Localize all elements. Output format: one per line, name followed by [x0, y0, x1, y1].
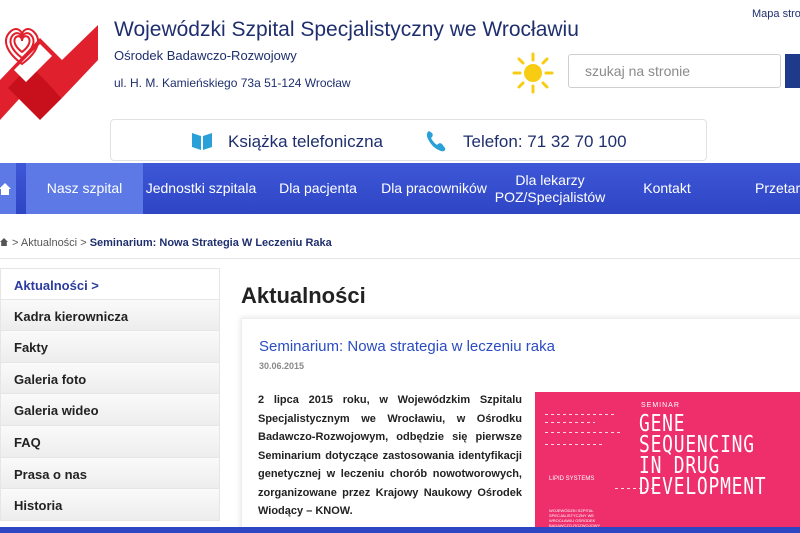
poster-headline: GENE SEQUENCING IN DRUG DEVELOPMENT — [639, 411, 767, 500]
bottom-strip — [0, 527, 800, 533]
contact-bar: Książka telefoniczna Telefon: 71 32 70 1… — [110, 119, 707, 161]
nav-item-jednostki-szpitala[interactable]: Jednostki szpitala — [143, 163, 259, 214]
divider — [0, 258, 800, 259]
sidebar-item-prasa-o-nas[interactable]: Prasa o nas — [0, 457, 220, 490]
article-date: 30.06.2015 — [259, 361, 305, 371]
main-nav: Nasz szpital Jednostki szpitala Dla pacj… — [0, 163, 800, 214]
sidebar-item-galeria-foto[interactable]: Galeria foto — [0, 362, 220, 395]
site-subtitle: Ośrodek Badawczo-Rozwojowy — [114, 48, 297, 63]
book-icon[interactable] — [191, 131, 213, 151]
nav-item-przetargi[interactable]: Przetargi — [744, 163, 800, 214]
breadcrumb: > Aktualności > Seminarium: Nowa Strateg… — [0, 237, 332, 249]
nav-item-dla-lekarzy[interactable]: Dla lekarzy POZ/Specjalistów — [492, 163, 608, 214]
phonebook-link[interactable]: Książka telefoniczna — [228, 132, 383, 152]
nav-item-nasz-szpital[interactable]: Nasz szpital — [26, 163, 143, 214]
search-input[interactable] — [568, 54, 781, 88]
nav-item-dla-pacjenta[interactable]: Dla pacjenta — [268, 163, 368, 214]
sidebar-item-fakty[interactable]: Fakty — [0, 331, 220, 363]
breadcrumb-current: Seminarium: Nowa Strategia W Leczeniu Ra… — [89, 237, 332, 249]
phone-number[interactable]: Telefon: 71 32 70 100 — [463, 132, 627, 152]
sitemap-link[interactable]: Mapa strony — [752, 8, 800, 20]
article-image[interactable]: SEMINAR GENE SEQUENCING IN DRUG DEVELOPM… — [535, 392, 800, 532]
nav-item-dla-pracownikow[interactable]: Dla pracowników — [376, 163, 492, 214]
poster-tag: SEMINAR — [641, 402, 680, 409]
sidebar: Aktualności > Kadra kierownicza Fakty Ga… — [0, 268, 220, 521]
article-body: 2 lipca 2015 roku, w Wojewódzkim Szpital… — [258, 394, 522, 517]
nav-home-icon[interactable] — [0, 163, 16, 214]
sidebar-item-historia[interactable]: Historia — [0, 489, 220, 521]
breadcrumb-home-icon[interactable] — [0, 238, 8, 246]
poster-brand: LIPID SYSTEMS — [549, 476, 595, 482]
news-article: Seminarium: Nowa strategia w leczeniu ra… — [241, 318, 800, 533]
sidebar-item-kadra-kierownicza[interactable]: Kadra kierownicza — [0, 299, 220, 332]
phone-icon — [426, 130, 446, 152]
sun-icon[interactable] — [512, 52, 554, 94]
hospital-logo[interactable] — [0, 10, 98, 130]
article-title[interactable]: Seminarium: Nowa strategia w leczeniu ra… — [259, 338, 555, 355]
sidebar-item-aktualnosci[interactable]: Aktualności > — [0, 268, 220, 300]
seminar-poster: SEMINAR GENE SEQUENCING IN DRUG DEVELOPM… — [535, 392, 800, 532]
site-title[interactable]: Wojewódzki Szpital Specjalistyczny we Wr… — [114, 18, 579, 42]
site-address: ul. H. M. Kamieńskiego 73a 51-124 Wrocła… — [114, 76, 351, 90]
sidebar-item-faq[interactable]: FAQ — [0, 425, 220, 458]
page-title: Aktualności — [241, 283, 366, 308]
breadcrumb-parent[interactable]: Aktualności — [21, 237, 77, 249]
search-button[interactable] — [785, 54, 800, 88]
nav-item-kontakt[interactable]: Kontakt — [622, 163, 712, 214]
poster-sponsor: WOJEWÓDZKI SZPITAL SPECJALISTYCZNY WE WR… — [549, 508, 601, 528]
sidebar-item-galeria-wideo[interactable]: Galeria wideo — [0, 394, 220, 426]
